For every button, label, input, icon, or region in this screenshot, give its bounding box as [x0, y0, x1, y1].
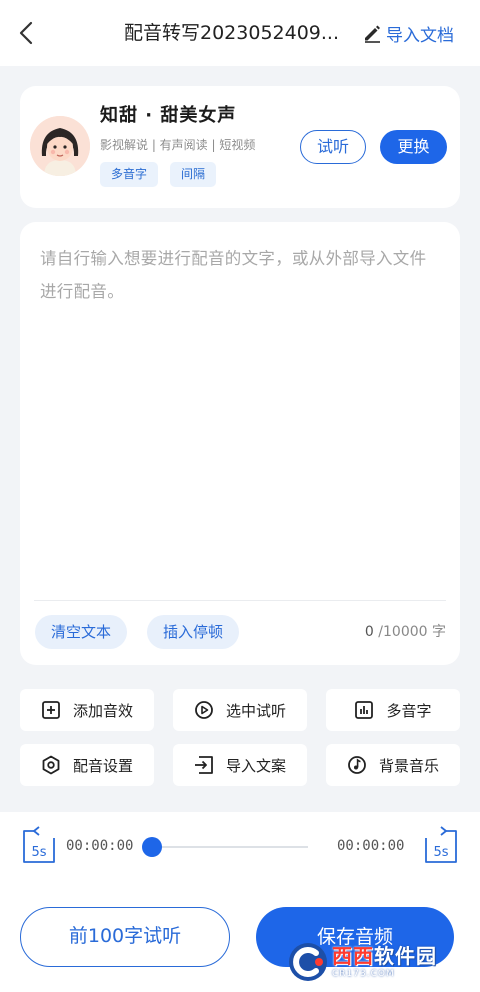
change-voice-button[interactable]: 更换 — [380, 130, 447, 164]
import-script-button[interactable]: 导入文案 — [173, 744, 307, 786]
character-count-max: /10000 字 — [373, 624, 446, 640]
text-input-placeholder[interactable]: 请自行输入想要进行配音的文字，或从外部导入文件进行配音。 — [40, 242, 440, 308]
tool-label: 添加音效 — [72, 701, 133, 720]
background-music-button[interactable]: 背景音乐 — [326, 744, 460, 786]
listen-button[interactable]: 试听 — [300, 130, 366, 164]
chip-interval[interactable]: 间隔 — [170, 162, 217, 187]
tool-label: 多音字 — [386, 701, 432, 720]
voice-card: 知甜 · 甜美女声 影视解说 | 有声阅读 | 短视频 多音字 间隔 试听 更换 — [20, 86, 460, 208]
voice-categories: 影视解说 | 有声阅读 | 短视频 — [100, 138, 256, 152]
play-circle-icon — [195, 701, 213, 719]
add-sound-effect-button[interactable]: 添加音效 — [20, 689, 154, 731]
import-document-button[interactable]: 导入文档 — [362, 20, 454, 46]
site-watermark: 西西软件园 CR173.COM — [286, 940, 458, 984]
tool-label: 导入文案 — [225, 756, 286, 775]
current-time: 00:00:00 — [66, 838, 134, 854]
audio-player: 5s 00:00:00 00:00:00 5s — [0, 812, 480, 882]
total-time: 00:00:00 — [337, 838, 405, 854]
insert-pause-button[interactable]: 插入停顿 — [147, 615, 240, 649]
import-document-label: 导入文档 — [386, 25, 454, 46]
bar-chart-icon — [355, 701, 374, 719]
watermark-text-red: 西西 — [332, 944, 374, 968]
text-editor[interactable]: 请自行输入想要进行配音的文字，或从外部导入文件进行配音。 清空文本 插入停顿 0… — [20, 222, 460, 665]
character-count-current: 0 — [364, 624, 374, 640]
watermark-text: 软件园 — [374, 944, 437, 968]
skip-forward-label: 5s — [433, 845, 448, 860]
voice-name: 知甜 · 甜美女声 — [100, 105, 237, 126]
dubbing-settings-button[interactable]: 配音设置 — [20, 744, 154, 786]
tool-label: 背景音乐 — [378, 756, 439, 775]
skip-back-button[interactable]: 5s — [20, 826, 58, 866]
top-bar: 配音转写2023052409... 导入文档 — [0, 0, 480, 66]
plus-square-icon — [42, 701, 60, 719]
chevron-left-icon — [19, 21, 33, 45]
chip-polyphone[interactable]: 多音字 — [100, 162, 159, 187]
skip-back-label: 5s — [31, 845, 46, 860]
page-title: 配音转写2023052409... — [124, 22, 340, 44]
preview-first-100-button[interactable]: 前100字试听 — [20, 907, 230, 967]
watermark-logo-icon — [289, 943, 327, 981]
polyphone-button[interactable]: 多音字 — [326, 689, 460, 731]
back-button[interactable] — [14, 20, 40, 46]
character-counter: 0 /10000 字 — [365, 621, 446, 643]
settings-icon — [42, 755, 60, 775]
skip-forward-button[interactable]: 5s — [422, 826, 460, 866]
rewind-5s-icon: 5s — [23, 826, 55, 863]
watermark-sub: CR173.COM — [332, 969, 395, 979]
pencil-icon — [365, 25, 380, 43]
progress-track[interactable] — [152, 846, 308, 848]
progress-handle[interactable] — [142, 837, 162, 857]
import-icon — [194, 756, 213, 774]
tool-label: 选中试听 — [225, 701, 286, 720]
music-note-icon — [348, 756, 366, 774]
divider — [34, 600, 446, 601]
tool-label: 配音设置 — [72, 756, 133, 775]
forward-5s-icon: 5s — [425, 826, 457, 863]
voice-avatar — [30, 116, 90, 176]
selected-preview-button[interactable]: 选中试听 — [173, 689, 307, 731]
clear-text-button[interactable]: 清空文本 — [35, 615, 128, 649]
